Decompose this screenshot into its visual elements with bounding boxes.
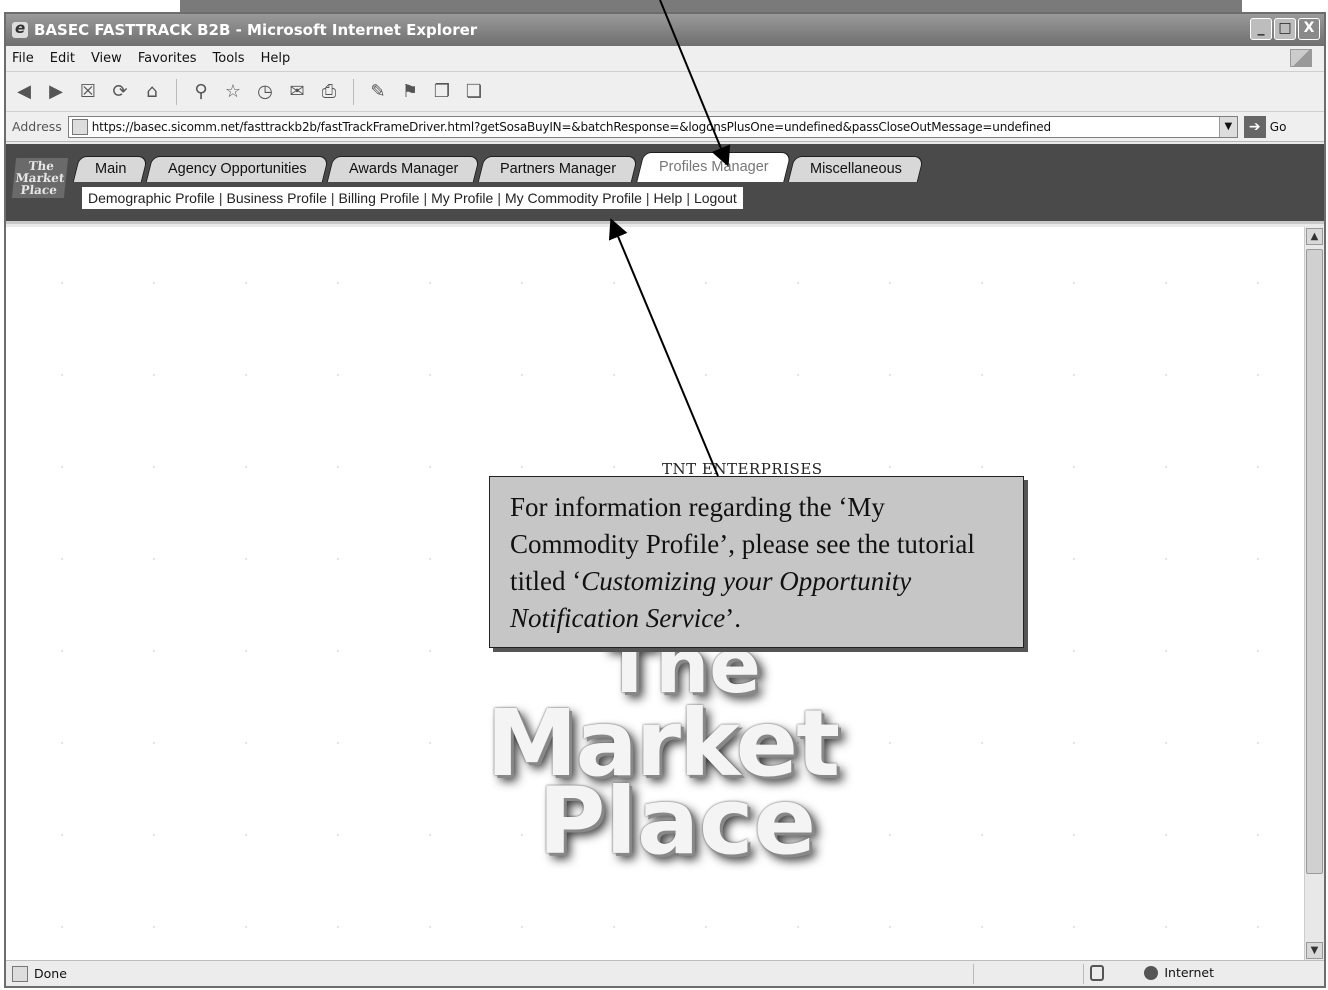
- vertical-scrollbar[interactable]: ▲ ▼: [1304, 227, 1324, 960]
- ie-icon: [12, 19, 28, 38]
- subnav-divider: |: [645, 190, 650, 206]
- subnav-divider: |: [218, 190, 223, 206]
- window-controls: _ □ X: [1250, 18, 1320, 40]
- menu-tools[interactable]: Tools: [213, 51, 245, 66]
- subnav-business-profile[interactable]: Business Profile: [226, 187, 326, 209]
- history-icon[interactable]: ◷: [253, 80, 277, 104]
- tab-label: Main: [95, 161, 127, 177]
- banner-line: Place: [538, 768, 816, 875]
- subnav-divider: |: [423, 190, 428, 206]
- subnav-divider: |: [686, 190, 690, 206]
- copy-icon[interactable]: ❐: [430, 80, 454, 104]
- paste-icon[interactable]: ❏: [462, 80, 486, 104]
- tab-label: Agency Opportunities: [168, 161, 308, 177]
- subnav-demographic-profile[interactable]: Demographic Profile: [88, 187, 215, 209]
- tab-main[interactable]: Main: [72, 156, 149, 182]
- title-bar: BASEC FASTTRACK B2B - Microsoft Internet…: [6, 14, 1324, 46]
- address-label: Address: [12, 119, 62, 134]
- print-icon[interactable]: ⎙: [317, 80, 341, 104]
- back-icon[interactable]: ◀: [12, 80, 36, 104]
- minimize-button[interactable]: _: [1250, 18, 1272, 40]
- logo-line: Place: [19, 183, 58, 197]
- subnav-my-profile[interactable]: My Profile: [431, 187, 493, 209]
- window-title: BASEC FASTTRACK B2B - Microsoft Internet…: [34, 21, 478, 39]
- menu-edit[interactable]: Edit: [50, 51, 75, 66]
- app-header: The Market Place Main Agency Opportuniti…: [6, 144, 1324, 224]
- favorites-icon[interactable]: ☆: [221, 80, 245, 104]
- main-tabs: Main Agency Opportunities Awards Manager…: [72, 152, 925, 182]
- annotation-callout: For information regarding the ‘My Commod…: [489, 476, 1024, 648]
- forward-icon[interactable]: ▶: [44, 80, 68, 104]
- address-bar: Address https://basec.sicomm.net/fasttra…: [6, 112, 1324, 142]
- security-zone: Internet: [1144, 965, 1214, 980]
- tab-label: Profiles Manager: [658, 159, 769, 175]
- tab-profiles-manager[interactable]: Profiles Manager: [635, 152, 791, 182]
- maximize-button[interactable]: □: [1274, 18, 1296, 40]
- address-input[interactable]: https://basec.sicomm.net/fasttrackb2b/fa…: [67, 115, 1238, 138]
- market-place-logo: The Market Place: [11, 158, 69, 198]
- home-icon[interactable]: ⌂: [140, 80, 164, 104]
- mail-icon[interactable]: ✉: [285, 80, 309, 104]
- globe-icon: [1144, 965, 1159, 980]
- profiles-subnav: Demographic Profile | Business Profile | B…: [82, 187, 743, 209]
- go-button[interactable]: Go: [1270, 120, 1287, 134]
- menu-favorites[interactable]: Favorites: [138, 51, 197, 66]
- edit-icon[interactable]: ✎: [366, 80, 390, 104]
- zone-label: Internet: [1164, 965, 1214, 980]
- refresh-icon[interactable]: ⟳: [108, 80, 132, 104]
- page-icon: [71, 118, 88, 135]
- annotation-top-strip: [180, 0, 1242, 12]
- tab-agency-opportunities[interactable]: Agency Opportunities: [146, 156, 330, 182]
- tab-miscellaneous[interactable]: Miscellaneous: [787, 156, 925, 182]
- toolbar-divider: [353, 78, 354, 105]
- lock-icon: [1090, 965, 1104, 981]
- scroll-down-icon[interactable]: ▼: [1306, 942, 1323, 959]
- windows-logo-icon: [1290, 49, 1312, 67]
- status-text: Done: [34, 966, 67, 981]
- page-status-icon: [12, 965, 28, 982]
- menu-view[interactable]: View: [91, 51, 122, 66]
- scroll-thumb[interactable]: [1306, 249, 1323, 874]
- scroll-up-icon[interactable]: ▲: [1306, 228, 1323, 245]
- callout-text-end: ’.: [725, 603, 741, 633]
- toolbar-divider: [176, 78, 177, 105]
- research-icon[interactable]: ⚑: [398, 80, 422, 104]
- toolbar: ◀ ▶ ☒ ⟳ ⌂ ⚲ ☆ ◷ ✉ ⎙ ✎ ⚑ ❐ ❏: [6, 72, 1324, 112]
- menu-help[interactable]: Help: [261, 51, 291, 66]
- address-url: https://basec.sicomm.net/fasttrackb2b/fa…: [91, 119, 1051, 134]
- status-bar: Done Internet: [6, 960, 1324, 986]
- menu-bar: File Edit View Favorites Tools Help: [6, 46, 1324, 72]
- subnav-logout[interactable]: Logout: [694, 187, 737, 209]
- subnav-my-commodity-profile[interactable]: My Commodity Profile: [505, 187, 642, 209]
- subnav-divider: |: [330, 190, 335, 206]
- market-place-banner: The Market Place: [452, 627, 872, 875]
- tab-partners-manager[interactable]: Partners Manager: [478, 156, 639, 182]
- tab-awards-manager[interactable]: Awards Manager: [326, 156, 481, 182]
- status-divider: [1083, 964, 1084, 984]
- tab-label: Miscellaneous: [810, 161, 902, 177]
- search-icon[interactable]: ⚲: [189, 80, 213, 104]
- tab-label: Awards Manager: [349, 161, 459, 177]
- subnav-help[interactable]: Help: [654, 187, 683, 209]
- close-button[interactable]: X: [1298, 18, 1320, 40]
- tab-label: Partners Manager: [500, 161, 617, 177]
- chevron-down-icon[interactable]: ▼: [1218, 116, 1237, 137]
- stop-icon[interactable]: ☒: [76, 80, 100, 104]
- go-arrow-icon[interactable]: ➔: [1243, 115, 1266, 138]
- menu-file[interactable]: File: [12, 51, 34, 66]
- status-divider: [973, 964, 974, 984]
- subnav-divider: |: [497, 190, 501, 206]
- subnav-billing-profile[interactable]: Billing Profile: [339, 187, 420, 209]
